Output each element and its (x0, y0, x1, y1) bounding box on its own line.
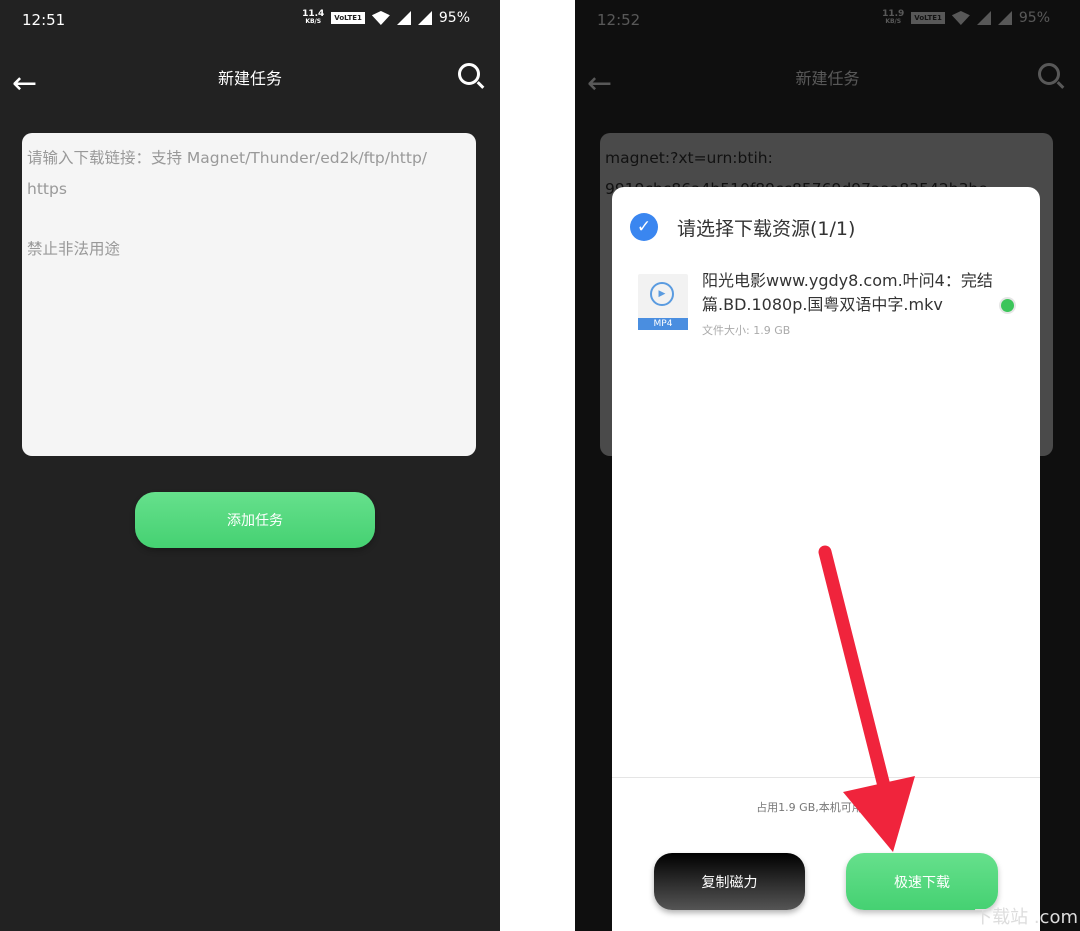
battery-percent: 95% (438, 10, 470, 26)
signal-icon (417, 11, 432, 25)
wifi-icon (371, 11, 390, 25)
status-bar: 12:51 11.4 KB/S VoLTE1 95% (0, 0, 500, 40)
volte-badge: VoLTE1 (331, 12, 365, 24)
file-type-label: MP4 (638, 318, 688, 330)
placeholder-text: https (27, 180, 67, 198)
fast-download-button[interactable]: 极速下载 (846, 853, 998, 910)
placeholder-text: 请输入下载链接：支持 Magnet/Thunder/ed2k/ftp/http/ (27, 149, 428, 167)
mp4-file-icon: ▶ MP4 (638, 274, 688, 330)
network-speed: 11.4 KB/S (302, 10, 324, 26)
file-name[interactable]: 阳光电影www.ygdy8.com.叶问4：完结篇.BD.1080p.国粤双语中… (702, 269, 1002, 317)
link-input[interactable]: 请输入下载链接：支持 Magnet/Thunder/ed2k/ftp/http/… (22, 133, 476, 456)
select-resource-dialog: ✓ 请选择下载资源(1/1) ▶ MP4 阳光电影www.ygdy8.com.叶… (612, 187, 1040, 931)
play-icon: ▶ (650, 282, 674, 306)
left-phone-screen: 12:51 11.4 KB/S VoLTE1 95% ← 新建任务 请输入下载链接… (0, 0, 500, 931)
placeholder-warning: 禁止非法用途 (27, 240, 121, 258)
page-title: 新建任务 (795, 69, 860, 88)
selected-radio[interactable] (1001, 299, 1014, 312)
search-icon[interactable] (1038, 63, 1060, 85)
add-task-button[interactable]: 添加任务 (135, 492, 375, 548)
storage-info: 占用1.9 GB,本机可用空间 B (756, 801, 896, 814)
clock: 12:51 (22, 11, 66, 29)
status-bar-overlay (575, 0, 1080, 40)
copy-magnet-button[interactable]: 复制磁力 (654, 853, 805, 910)
search-icon[interactable] (458, 63, 480, 85)
divider (612, 777, 1040, 778)
magnet-link-line: magnet:?xt=urn:btih: (605, 149, 773, 167)
watermark: 下载站 .com (974, 907, 1078, 928)
dialog-title: 请选择下载资源(1/1) (677, 218, 856, 240)
file-size: 文件大小: 1.9 GB (702, 324, 791, 337)
app-header: ← 新建任务 (575, 55, 1080, 99)
speed-unit: KB/S (305, 18, 322, 25)
check-circle-icon[interactable]: ✓ (630, 213, 658, 241)
page-title: 新建任务 (217, 69, 282, 88)
signal-icon (396, 11, 411, 25)
app-header: ← 新建任务 (0, 55, 500, 99)
right-phone-screen: 12:52 11.9 KB/S VoLTE1 95% ← 新建任务 magnet:… (575, 0, 1080, 931)
